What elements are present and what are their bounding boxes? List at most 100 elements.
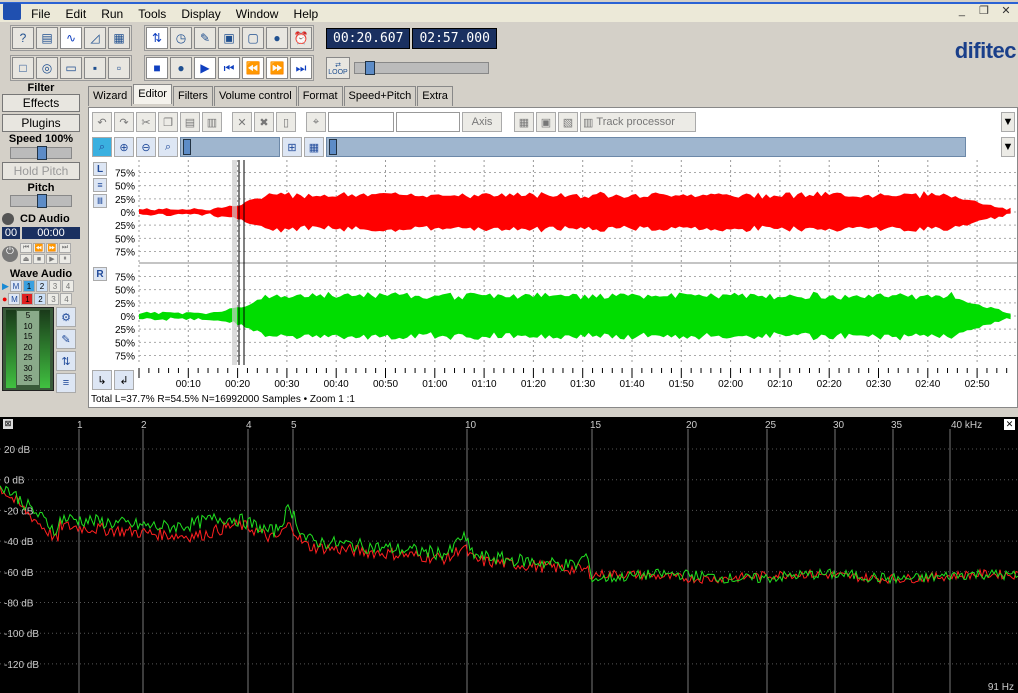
cd-settings-icon[interactable]: ▢ <box>242 27 264 49</box>
channel-left-bars-icon[interactable]: Ⅲ <box>93 194 107 208</box>
cd-pause-icon[interactable]: ⏸ <box>59 254 71 264</box>
zoom-selection-icon[interactable]: ⌕ <box>158 137 178 157</box>
editor-toolbar-dropdown[interactable]: ▼ <box>1001 112 1015 132</box>
plugins-button[interactable]: Plugins <box>2 114 80 132</box>
undo-icon[interactable]: ↶ <box>92 112 112 132</box>
chart-add-icon[interactable]: ▦ <box>108 27 130 49</box>
cd-power-icon[interactable]: ⏻ <box>2 245 18 262</box>
cd-forward-icon[interactable]: ⏩ <box>46 243 58 253</box>
marker-icon[interactable]: ⌖ <box>306 112 326 132</box>
mixer-settings-icon[interactable]: ⚙ <box>56 307 76 327</box>
save-as-icon[interactable]: ▫ <box>108 57 130 79</box>
open-folder-icon[interactable]: ▭ <box>60 57 82 79</box>
channel-button-m[interactable]: M <box>9 280 22 292</box>
paste-icon[interactable]: ▤ <box>180 112 200 132</box>
waveform-view-icon[interactable]: ⊞ <box>282 137 302 157</box>
record-icon[interactable]: ● <box>266 27 288 49</box>
horizontal-scrollbar[interactable] <box>326 137 966 157</box>
cd-eject-icon[interactable]: ⏏ <box>20 254 32 264</box>
cut-icon[interactable]: ✂ <box>136 112 156 132</box>
record-settings-icon[interactable]: ✎ <box>56 329 76 349</box>
loop-button[interactable]: ⇄ LOOP <box>326 57 350 79</box>
ruler-start-icon[interactable]: ↳ <box>92 370 112 390</box>
axis-button[interactable]: Axis <box>462 112 502 132</box>
position-slider[interactable] <box>354 61 489 75</box>
speed-slider-knob[interactable] <box>37 146 47 160</box>
rec-channel-button-2[interactable]: 2 <box>34 293 47 305</box>
menu-file[interactable]: File <box>25 4 56 24</box>
rewind-icon[interactable]: ⏪ <box>242 57 264 79</box>
cd-rewind-icon[interactable]: ⏪ <box>33 243 45 253</box>
track-processor-button[interactable]: ▥ Track processor <box>580 112 696 132</box>
menu-help[interactable]: Help <box>288 4 325 24</box>
horizontal-scroll-thumb[interactable] <box>329 139 337 155</box>
redo-icon[interactable]: ↷ <box>114 112 134 132</box>
spectrum-view-icon[interactable]: ∿ <box>60 27 82 49</box>
skip-start-icon[interactable]: ⏮ <box>218 57 240 79</box>
rec-channel-button-4[interactable]: 4 <box>60 293 73 305</box>
channel-right-button[interactable]: R <box>93 267 107 281</box>
position-slider-knob[interactable] <box>365 61 375 75</box>
channel-button-3[interactable]: 3 <box>48 280 61 292</box>
rec-channel-button-1[interactable]: 1 <box>21 293 34 305</box>
delete-icon[interactable]: ✕ <box>232 112 252 132</box>
tab-speed-pitch[interactable]: Speed+Pitch <box>343 86 417 106</box>
split-icon[interactable]: ▧ <box>558 112 578 132</box>
pitch-slider[interactable] <box>10 194 72 208</box>
zoom-toolbar-dropdown[interactable]: ▼ <box>1001 137 1015 157</box>
tab-editor[interactable]: Editor <box>133 84 172 104</box>
grid-icon[interactable]: ▦ <box>514 112 534 132</box>
play-icon[interactable]: ▶ <box>194 57 216 79</box>
menu-display[interactable]: Display <box>175 4 226 24</box>
zoom-in-icon[interactable]: ⊕ <box>114 137 134 157</box>
tab-format[interactable]: Format <box>297 86 343 106</box>
selection-end-input[interactable] <box>396 112 460 132</box>
rec-channel-button-3[interactable]: 3 <box>47 293 60 305</box>
cd-stop-icon[interactable]: ■ <box>33 254 45 264</box>
menu-tools[interactable]: Tools <box>132 4 172 24</box>
mixer-icon[interactable]: ⇅ <box>146 27 168 49</box>
selection-marker[interactable] <box>232 160 237 365</box>
fast-forward-icon[interactable]: ⏩ <box>266 57 288 79</box>
zoom-out-icon[interactable]: ⊖ <box>136 137 156 157</box>
copy-icon[interactable]: ❐ <box>158 112 178 132</box>
chart-icon[interactable]: ◿ <box>84 27 106 49</box>
print-icon[interactable]: ▤ <box>36 27 58 49</box>
spectrum-close-button[interactable]: ✕ <box>1004 419 1015 430</box>
channel-left-list-icon[interactable]: ≡ <box>93 178 107 192</box>
trash-icon[interactable]: ▯ <box>276 112 296 132</box>
waveform-display[interactable]: 75% 50% 25% 0% 25% 50% 75% 75% 50% 25% 0% 25% 50% 75… <box>89 160 1017 390</box>
cd-icon[interactable]: ◎ <box>36 57 58 79</box>
tab-filters[interactable]: Filters <box>172 86 213 106</box>
menu-edit[interactable]: Edit <box>59 4 92 24</box>
record-button-icon[interactable]: ● <box>170 57 192 79</box>
copy-cd-icon[interactable]: ▣ <box>218 27 240 49</box>
alarm-icon[interactable]: ⏰ <box>290 27 312 49</box>
zoom-scrollbar[interactable] <box>180 137 280 157</box>
tab-wizard[interactable]: Wizard <box>88 86 133 106</box>
new-file-icon[interactable]: □ <box>12 57 34 79</box>
list-icon[interactable]: ≡ <box>56 373 76 393</box>
zoom-scroll-thumb[interactable] <box>183 139 191 155</box>
pitch-slider-knob[interactable] <box>37 194 47 208</box>
tab-volume-control[interactable]: Volume control <box>213 86 297 106</box>
menu-window[interactable]: Window <box>230 4 285 24</box>
equalizer-icon[interactable]: ⇅ <box>56 351 76 371</box>
tab-extra[interactable]: Extra <box>417 86 453 106</box>
effects-button[interactable]: Effects <box>2 94 80 112</box>
skip-end-icon[interactable]: ⏭ <box>290 57 312 79</box>
tools-icon[interactable]: ✎ <box>194 27 216 49</box>
cd-play-icon[interactable]: ▶ <box>46 254 58 264</box>
selection-start-input[interactable] <box>328 112 394 132</box>
cd-skip-start-icon[interactable]: ⏮ <box>20 243 32 253</box>
restore-button[interactable]: ❐ <box>976 5 992 18</box>
color-view-icon[interactable]: ▦ <box>304 137 324 157</box>
channel-button-4[interactable]: 4 <box>61 280 74 292</box>
spectrum-menu-icon[interactable]: ⊠ <box>3 419 13 429</box>
crop-icon[interactable]: ✖ <box>254 112 274 132</box>
minimize-button[interactable]: _ <box>954 5 970 18</box>
speed-slider[interactable] <box>10 146 72 160</box>
frame-icon[interactable]: ▣ <box>536 112 556 132</box>
timer-icon[interactable]: ◷ <box>170 27 192 49</box>
channel-button-1[interactable]: 1 <box>22 280 35 292</box>
